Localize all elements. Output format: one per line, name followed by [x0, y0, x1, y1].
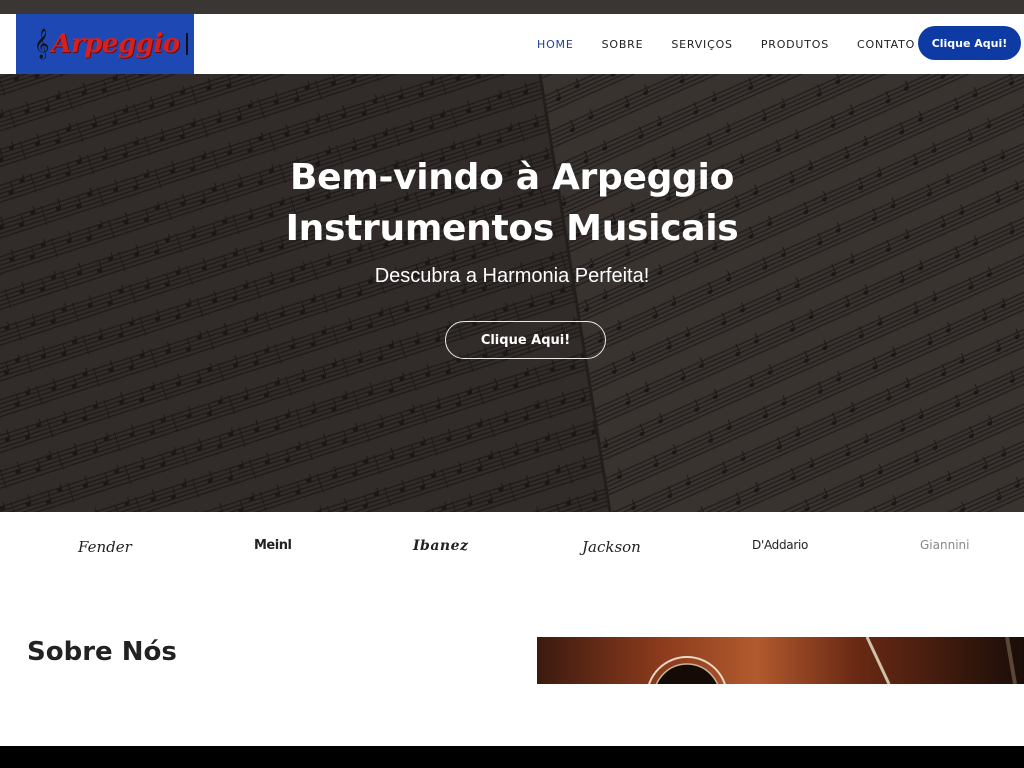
- logo-text: Arpeggio: [51, 29, 180, 59]
- nav-produtos-link[interactable]: PRODUTOS: [761, 38, 829, 51]
- logo[interactable]: 𝄞 Arpeggio: [16, 14, 194, 74]
- nav-menu: HOME SOBRE SERVIÇOS PRODUTOS CONTATO: [537, 14, 943, 74]
- hero-title-line2: Instrumentos Musicais: [285, 208, 739, 249]
- logo-divider: [185, 33, 188, 55]
- guitar-illustration: [537, 637, 1024, 684]
- brand-jackson-logo[interactable]: Jackson: [582, 538, 641, 556]
- hero-cta-button[interactable]: Clique Aqui!: [445, 321, 606, 359]
- nav-cta-button[interactable]: Clique Aqui!: [918, 26, 1021, 60]
- brand-fender-logo[interactable]: Fender: [78, 538, 132, 556]
- nav-sobre-link[interactable]: SOBRE: [602, 38, 644, 51]
- nav-servicos-link[interactable]: SERVIÇOS: [671, 38, 732, 51]
- hero-subtitle: Descubra a Harmonia Perfeita!: [374, 265, 650, 287]
- hero-title: Bem-vindo à Arpeggio Instrumentos Musica…: [0, 152, 1024, 254]
- top-strip: [0, 0, 1024, 14]
- brand-ibanez-logo[interactable]: Ibanez: [413, 538, 468, 554]
- hero-overlay: [0, 74, 1024, 512]
- about-title: Sobre Nós: [27, 637, 177, 667]
- brands-row: Fender Meinl Ibanez Jackson D'Addario Gi…: [0, 512, 1024, 584]
- nav-contato-link[interactable]: CONTATO: [857, 38, 915, 51]
- navbar: 𝄞 Arpeggio HOME SOBRE SERVIÇOS PRODUTOS …: [0, 14, 1024, 74]
- brand-meinl-logo[interactable]: Meinl: [254, 538, 292, 553]
- hero-section: Bem-vindo à Arpeggio Instrumentos Musica…: [0, 74, 1024, 512]
- page: 𝄞 Arpeggio HOME SOBRE SERVIÇOS PRODUTOS …: [0, 0, 1024, 746]
- brand-daddario-logo[interactable]: D'Addario: [752, 538, 808, 552]
- hero-title-line1: Bem-vindo à Arpeggio: [289, 157, 735, 198]
- acoustic-guitar-image: [537, 637, 1024, 684]
- brand-giannini-logo[interactable]: Giannini: [920, 538, 969, 552]
- treble-clef-icon: 𝄞: [34, 29, 50, 59]
- nav-home-link[interactable]: HOME: [537, 38, 574, 51]
